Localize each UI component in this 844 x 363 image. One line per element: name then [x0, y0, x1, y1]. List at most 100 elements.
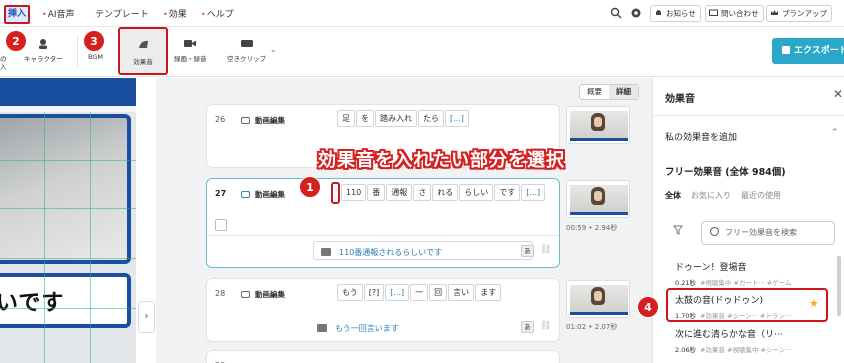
link-icon[interactable]: ⛓: [540, 245, 551, 255]
word-chip-more[interactable]: [...]: [445, 110, 469, 127]
video-preview: いです: [0, 78, 136, 363]
clip-row-29[interactable]: 29: [206, 350, 560, 363]
menu-template[interactable]: テンプレート: [95, 7, 149, 20]
script-editor: 概要 詳細 26 動画編集 足を踏み入れ たら [...] 27 動画編集 110 番通…: [156, 78, 652, 363]
callout-3: 3: [83, 30, 105, 52]
close-icon[interactable]: ✕: [833, 87, 843, 101]
menu-insert[interactable]: 挿入: [4, 5, 30, 24]
sfx-icon: [139, 40, 148, 48]
scrollbar[interactable]: [837, 256, 841, 316]
contact-button[interactable]: 問い合わせ: [705, 5, 764, 22]
free-sfx-title: フリー効果音 (全体 984個): [665, 167, 786, 178]
preview-caption-text: いです: [0, 291, 65, 316]
callout-2: 2: [5, 30, 27, 52]
link-icon[interactable]: ⛓: [540, 321, 551, 331]
subtitle-line: もう一回言います: [317, 323, 399, 334]
word-chip[interactable]: 足: [337, 110, 355, 127]
word-chip[interactable]: を: [356, 110, 374, 127]
menu-ai-voice[interactable]: •AI音声: [42, 7, 75, 20]
row-checkbox[interactable]: [215, 219, 227, 231]
font-style-button[interactable]: あ: [521, 245, 534, 257]
word-list: もう [?] [...] 一回言い ます: [337, 284, 502, 301]
bell-icon: [656, 10, 661, 15]
word-chip[interactable]: 踏み入れ: [375, 110, 417, 127]
export-icon: [782, 46, 790, 54]
clip-icon: [240, 40, 253, 47]
gear-icon[interactable]: [630, 7, 642, 19]
clip-icon: [241, 291, 250, 298]
word-chip-more[interactable]: [...]: [385, 284, 410, 301]
row-number: 26: [215, 115, 226, 124]
plan-up-button[interactable]: プランアップ: [766, 5, 832, 22]
preview-caption-box: いです: [0, 273, 131, 328]
word-chip[interactable]: ます: [475, 284, 502, 301]
search-icon: [710, 227, 719, 236]
word-chip[interactable]: [?]: [363, 284, 385, 301]
word-chip[interactable]: らしい: [459, 184, 494, 201]
clip-time: 01:02 • 2.07秒: [566, 323, 618, 331]
tool-record[interactable]: 録画・録音: [174, 38, 207, 63]
word-chip[interactable]: 番: [367, 184, 386, 201]
word-chip[interactable]: 回: [429, 284, 448, 301]
menu-effects[interactable]: •効果: [163, 7, 187, 20]
clip-thumbnail[interactable]: [566, 180, 630, 218]
star-icon[interactable]: ★: [809, 297, 819, 310]
menu-bar: 挿入 •AI音声 テンプレート •効果 •ヘルプ お知らせ 問い合わせ プランア…: [0, 0, 844, 27]
word-chip-more[interactable]: [...]: [521, 184, 546, 201]
clip-row-28[interactable]: 28 動画編集 もう [?] [...] 一回言い ます もう一回言います あ ⛓: [206, 278, 560, 342]
notice-button[interactable]: お知らせ: [650, 5, 701, 22]
callout-4: 4: [637, 296, 659, 318]
word-chip[interactable]: 通報: [386, 184, 413, 201]
preview-header-bar: [0, 78, 136, 106]
word-chip[interactable]: 110: [341, 184, 367, 201]
subtitle-icon: [321, 248, 331, 256]
word-chip[interactable]: たら: [418, 110, 444, 127]
word-chip[interactable]: 言い: [448, 284, 475, 301]
toolbar-divider: [77, 35, 78, 67]
instruction-overlay: 効果音を入れたい部分を選択: [318, 150, 565, 171]
clip-label: 動画編集: [241, 289, 285, 300]
word-chip[interactable]: れる: [432, 184, 459, 201]
grid-line: [90, 112, 91, 363]
chevron-up-icon[interactable]: ⌃: [831, 128, 839, 138]
sfx-item[interactable]: 次に進む清らかな音（リ··· 2.06秒 #効果音 #視聴集中 #シーン···: [675, 327, 791, 354]
word-chip[interactable]: もう: [337, 284, 363, 301]
sfx-panel: 効果音 ✕ 私の効果音を追加 ⌃ フリー効果音 (全体 984個) 全体 お気に入…: [652, 78, 844, 363]
menu-help[interactable]: •ヘルプ: [201, 7, 234, 20]
tab-all[interactable]: 全体: [665, 191, 681, 200]
insert-cursor-highlight[interactable]: [331, 182, 340, 204]
collapse-panel-button[interactable]: ›: [138, 301, 155, 333]
subtitle-line: 110番通報されるらしいです: [321, 247, 442, 258]
divider: [653, 115, 844, 116]
word-chip[interactable]: です: [494, 184, 521, 201]
add-my-sfx[interactable]: 私の効果音を追加: [665, 130, 737, 143]
grid-line: [0, 258, 136, 259]
word-chip[interactable]: さ: [413, 184, 432, 201]
clip-thumbnail[interactable]: [566, 106, 630, 144]
word-list: 足を踏み入れ たら [...]: [337, 110, 470, 127]
search-icon[interactable]: [610, 7, 622, 19]
tool-partial[interactable]: の入: [0, 55, 7, 71]
grid-line: [0, 208, 136, 209]
tool-sfx[interactable]: 効果音: [118, 27, 168, 75]
tool-empty-clip[interactable]: 空きクリップ: [227, 38, 266, 63]
view-overview-tab[interactable]: 概要: [580, 85, 609, 99]
sfx-search-input[interactable]: フリー効果音を検索: [701, 221, 835, 245]
tab-recent[interactable]: 最近の使用: [741, 191, 781, 200]
clip-row-27[interactable]: 27 動画編集 110 番通報される らしい です [...] 110番通報されるらしい…: [206, 178, 560, 268]
export-button[interactable]: エクスポート: [772, 38, 844, 64]
sfx-item[interactable]: ドゥーン！登場音 0.21秒 #視聴集中 #カート··· #ゲーム: [675, 260, 791, 287]
tool-character[interactable]: キャラクター: [24, 38, 63, 63]
clip-thumbnail[interactable]: [566, 280, 630, 318]
font-style-button[interactable]: あ: [521, 321, 534, 333]
word-chip[interactable]: 一: [410, 284, 429, 301]
view-detail-tab[interactable]: 詳細: [609, 85, 638, 99]
chevron-down-icon[interactable]: ⌄: [270, 45, 277, 54]
sfx-tabs: 全体 お気に入り 最近の使用: [665, 190, 791, 201]
subtitle-icon: [317, 324, 327, 332]
filter-icon[interactable]: [673, 225, 683, 235]
word-list: 110 番通報される らしい です [...]: [341, 184, 546, 201]
tab-favorites[interactable]: お気に入り: [691, 191, 731, 200]
view-toggle[interactable]: 概要 詳細: [579, 84, 639, 100]
clip-label: 動画編集: [241, 189, 285, 200]
